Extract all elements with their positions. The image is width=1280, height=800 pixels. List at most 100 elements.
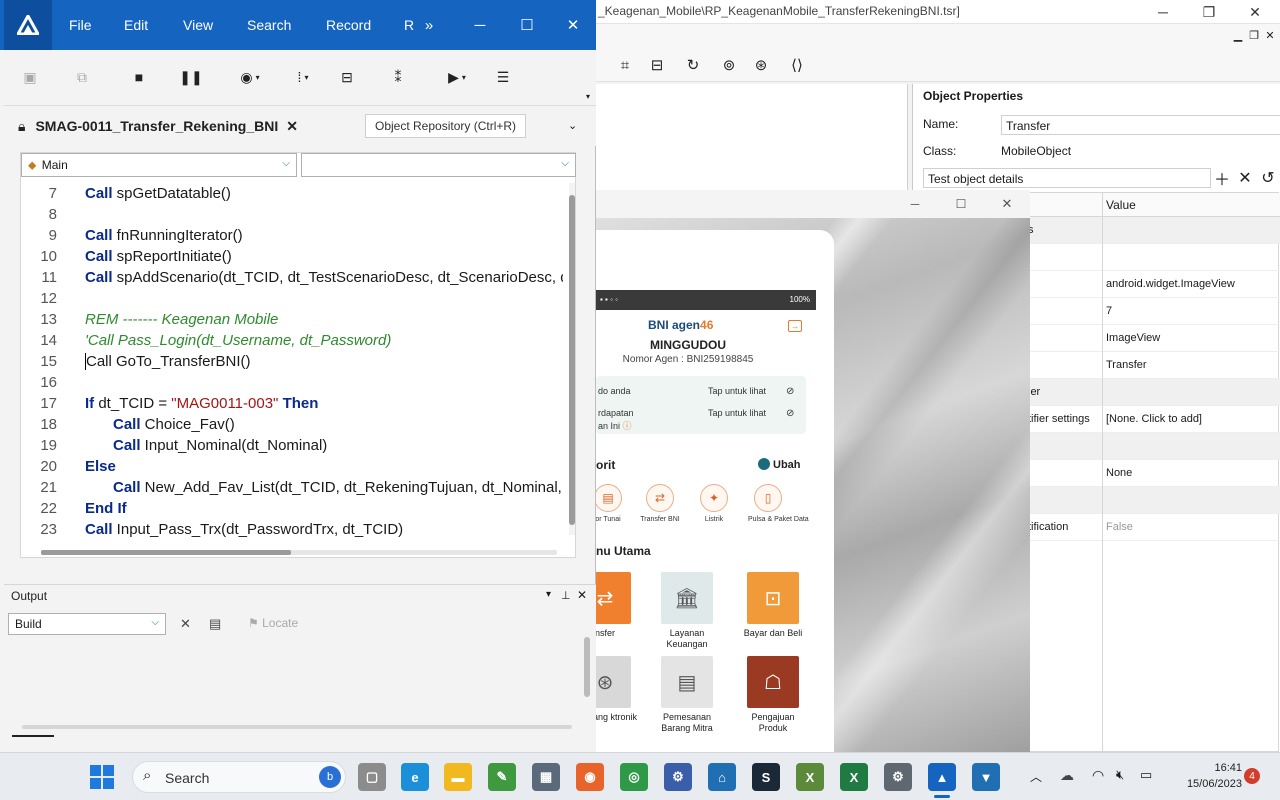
favorite-item[interactable]: ✦ Listrik — [694, 484, 734, 523]
output-filter-combo[interactable]: Build ⌵ — [8, 613, 166, 635]
add-icon[interactable]: ＋ — [1211, 168, 1233, 189]
menu-run-truncated[interactable]: R — [404, 17, 414, 33]
cloud-icon[interactable]: ☁ — [1060, 767, 1074, 784]
code-line[interactable]: Call New_Add_Fav_List(dt_TCID, dt_Rekeni… — [113, 479, 562, 496]
menu-item[interactable]: ▤ Pemesanan Barang Mitra — [652, 656, 722, 734]
capture-icon[interactable]: ⌗ — [614, 54, 636, 76]
close-tab-icon[interactable]: ✕ — [286, 118, 298, 135]
reset-icon[interactable]: ↺ — [1257, 168, 1279, 188]
panel-menu-icon[interactable]: ▾ — [546, 589, 551, 600]
clear-output-icon[interactable]: ✕ — [180, 616, 191, 632]
mobile-close-icon[interactable]: ✕ — [984, 192, 1030, 216]
code-line[interactable]: Call Input_Nominal(dt_Nominal) — [113, 437, 327, 454]
file-explorer-icon[interactable]: ▢ — [358, 763, 386, 791]
ubah-button[interactable]: Ubah — [758, 458, 801, 471]
restore-icon[interactable]: ❐ — [1186, 0, 1232, 24]
record-mode-icon[interactable]: ◉ ▾ — [232, 66, 268, 88]
folder-icon[interactable]: ▬ — [444, 763, 472, 791]
menu-record[interactable]: Record — [326, 17, 371, 33]
code-line[interactable]: End If — [85, 500, 127, 517]
notepad-icon[interactable]: ✎ — [488, 763, 516, 791]
run-icon[interactable]: ▶ ▾ — [440, 66, 474, 88]
settings-icon[interactable]: ⚙ — [884, 763, 912, 791]
output-vertical-scrollbar[interactable] — [584, 637, 590, 697]
menu-edit[interactable]: Edit — [124, 17, 148, 33]
firefox-icon[interactable]: ◉ — [576, 763, 604, 791]
close-panel-icon[interactable]: ✕ — [577, 588, 587, 602]
menu-item[interactable]: ⊛ Vp Uang ktronik — [596, 656, 640, 723]
pin-icon[interactable]: ⊥ — [561, 589, 571, 602]
info-icon[interactable]: ⓘ — [623, 421, 632, 431]
code-editor[interactable]: ⬥ Main ⌵ ⌵ 7 8 9 10 11 12 13 14 15 16 17 18 19 20 21 22… — [20, 152, 576, 558]
code-line[interactable]: Call Input_Pass_Trx(dt_PasswordTrx, dt_T… — [85, 521, 403, 538]
code-line[interactable]: REM ------- Keagenan Mobile — [85, 311, 278, 328]
menu-item[interactable]: 🏛︎ Layanan Keuangan — [652, 572, 722, 650]
menu-item[interactable]: ☖ Pengajuan Produk — [738, 656, 808, 734]
spy-icon[interactable]: ⊛ — [750, 54, 772, 76]
more-menus-icon[interactable]: » — [416, 12, 442, 38]
record-icon[interactable]: ⊚ — [718, 54, 740, 76]
edge-icon[interactable]: e — [401, 763, 429, 791]
mdi-minimize-icon[interactable]: ▁ — [1230, 27, 1246, 43]
list-icon[interactable]: ☰ — [493, 66, 513, 88]
steam-icon[interactable]: S — [752, 763, 780, 791]
save-all-icon[interactable]: ⧉ — [72, 66, 92, 88]
menu-search[interactable]: Search — [247, 17, 291, 33]
menu-file[interactable]: File — [69, 17, 92, 33]
tap-to-view-saldo[interactable]: Tap untuk lihat — [708, 386, 766, 396]
code-line[interactable]: Call fnRunningIterator() — [85, 227, 243, 244]
toolbar-overflow-icon[interactable]: ▾ — [586, 92, 590, 101]
procedure-combo[interactable]: ⬥ Main ⌵ — [21, 153, 297, 177]
eye-off-icon[interactable]: ⊘ — [786, 408, 800, 419]
excel-icon[interactable]: X — [840, 763, 868, 791]
taskbar-search[interactable]: ⌕ Search b — [132, 761, 346, 793]
horizontal-scrollbar-thumb[interactable] — [41, 550, 291, 555]
code-line[interactable]: 'Call Pass_Login(dt_Username, dt_Passwor… — [85, 332, 391, 349]
close-icon[interactable]: ✕ — [1232, 0, 1278, 24]
mobile-maximize-icon[interactable]: ☐ — [938, 192, 984, 216]
word-wrap-icon[interactable]: ▤ — [209, 616, 221, 632]
tab-document[interactable]: 🔒︎ SMAG-0011_Transfer_Rekening_BNI ✕ — [18, 114, 298, 138]
code-line[interactable]: Call spGetDatatable() — [85, 185, 231, 202]
volume-muted-icon[interactable]: 🔇︎ — [1116, 767, 1124, 783]
favorite-item[interactable]: ▤ or Tunai — [596, 484, 628, 523]
chevron-up-icon[interactable]: ︿ — [1030, 768, 1042, 785]
chrome-icon[interactable]: ◎ — [620, 763, 648, 791]
save-icon[interactable]: ▣ — [20, 66, 40, 88]
menu-item[interactable]: ⇄ nsfer — [596, 572, 640, 639]
tap-to-view-pendapatan[interactable]: Tap untuk lihat — [708, 408, 766, 418]
bing-icon[interactable]: b — [319, 766, 341, 788]
battery-icon[interactable]: ▭ — [1140, 767, 1152, 783]
eye-off-icon[interactable]: ⊘ — [786, 386, 800, 397]
favorite-item[interactable]: ▯ Pulsa & Paket Data — [748, 484, 809, 523]
analog-icon[interactable]: ⁞ ▾ — [286, 66, 320, 88]
mobile-minimize-icon[interactable]: ─ — [892, 192, 938, 216]
minimize-icon[interactable]: ─ — [1140, 0, 1186, 24]
remove-icon[interactable]: ✕ — [1234, 168, 1256, 188]
tab-list-icon[interactable]: ⌄ — [568, 119, 577, 132]
function-combo[interactable]: ⌵ — [301, 153, 576, 177]
uft-taskbar-icon[interactable]: ▲ — [928, 763, 956, 791]
code-line[interactable]: Call spReportInitiate() — [85, 248, 232, 265]
code-icon[interactable]: ⟨⟩ — [786, 54, 808, 76]
archive-icon[interactable]: ⊟ — [337, 66, 357, 88]
maximize-icon[interactable]: ☐ — [514, 12, 540, 38]
locate-button[interactable]: ⚑ Locate — [248, 616, 298, 630]
system-clock[interactable]: 16:41 15/06/2023 — [1172, 760, 1242, 792]
code-line[interactable]: If dt_TCID = "MAG0011-003" Then — [85, 395, 318, 412]
name-field[interactable]: Transfer — [1001, 115, 1280, 135]
menu-item[interactable]: ⊡ Bayar dan Beli — [738, 572, 808, 639]
step-icon[interactable]: ⁑ — [388, 66, 408, 88]
cloud-app-icon[interactable]: ⌂ — [708, 763, 736, 791]
code-line[interactable]: Call GoTo_TransferBNI() — [85, 353, 251, 370]
wifi-icon[interactable]: ◠ — [1092, 767, 1104, 784]
minimize-icon[interactable]: ─ — [467, 12, 493, 38]
refresh-icon[interactable]: ↻ — [682, 54, 704, 76]
stop-icon[interactable]: ■ — [129, 66, 149, 88]
code-line[interactable]: Call Choice_Fav() — [113, 416, 235, 433]
favorite-item[interactable]: ⇄ Transfer BNI — [640, 484, 680, 523]
code-line[interactable]: Else — [85, 458, 116, 475]
code-line[interactable]: Call spAddScenario(dt_TCID, dt_TestScena… — [85, 269, 563, 286]
mdi-restore-icon[interactable]: ❐ — [1246, 27, 1262, 43]
notification-badge[interactable]: 4 — [1244, 768, 1260, 784]
